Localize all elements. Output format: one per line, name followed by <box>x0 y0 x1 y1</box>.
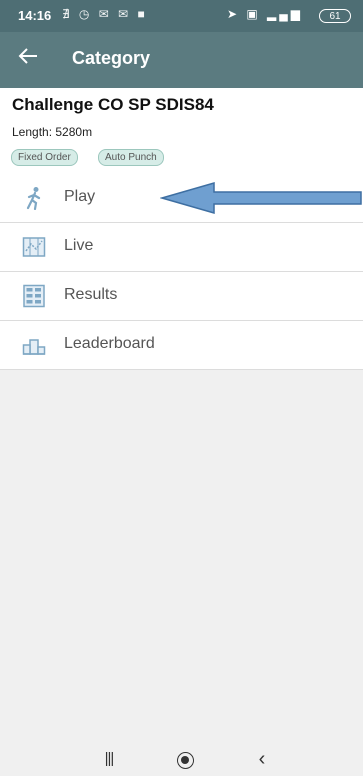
pointer-arrow-icon <box>160 182 362 214</box>
notification-icons: ∄ ◷ ✉ ✉ ■ <box>62 7 148 21</box>
tag-fixed-order: Fixed Order <box>11 149 78 166</box>
podium-icon <box>22 333 46 357</box>
back-icon[interactable]: ‹ <box>252 748 272 770</box>
home-icon[interactable] <box>177 752 194 769</box>
menu-item-label: Live <box>64 237 94 254</box>
recents-icon[interactable]: ||| <box>96 750 122 770</box>
page-title: Category <box>72 48 151 68</box>
walker-icon <box>22 186 46 211</box>
map-icon <box>22 235 46 259</box>
menu-item-label: Results <box>64 286 118 303</box>
arrow-left-icon[interactable] <box>14 45 42 75</box>
category-name: Challenge CO SP SDIS84 <box>12 95 214 114</box>
category-info: Challenge CO SP SDIS84 Length: 5280m Fix… <box>0 88 363 174</box>
app-bar: Category <box>0 32 363 88</box>
status-time: 14:16 <box>18 8 52 23</box>
status-bar: 14:16 ∄ ◷ ✉ ✉ ■ ➤ ▣ ▂▄▆ 61 <box>0 0 363 32</box>
results-grid-icon <box>22 284 46 308</box>
menu-item-live[interactable]: Live <box>0 223 363 272</box>
system-nav-bar: ||| ‹ <box>0 745 363 776</box>
menu-item-leaderboard[interactable]: Leaderboard <box>0 321 363 370</box>
tag-auto-punch: Auto Punch <box>98 149 164 166</box>
menu-item-label: Leaderboard <box>64 335 155 352</box>
menu-item-label: Play <box>64 188 96 205</box>
category-length: Length: 5280m <box>12 125 93 139</box>
signal-icons: ➤ ▣ ▂▄▆ <box>226 7 303 21</box>
menu-item-results[interactable]: Results <box>0 272 363 321</box>
battery-icon: 61 <box>319 9 351 23</box>
